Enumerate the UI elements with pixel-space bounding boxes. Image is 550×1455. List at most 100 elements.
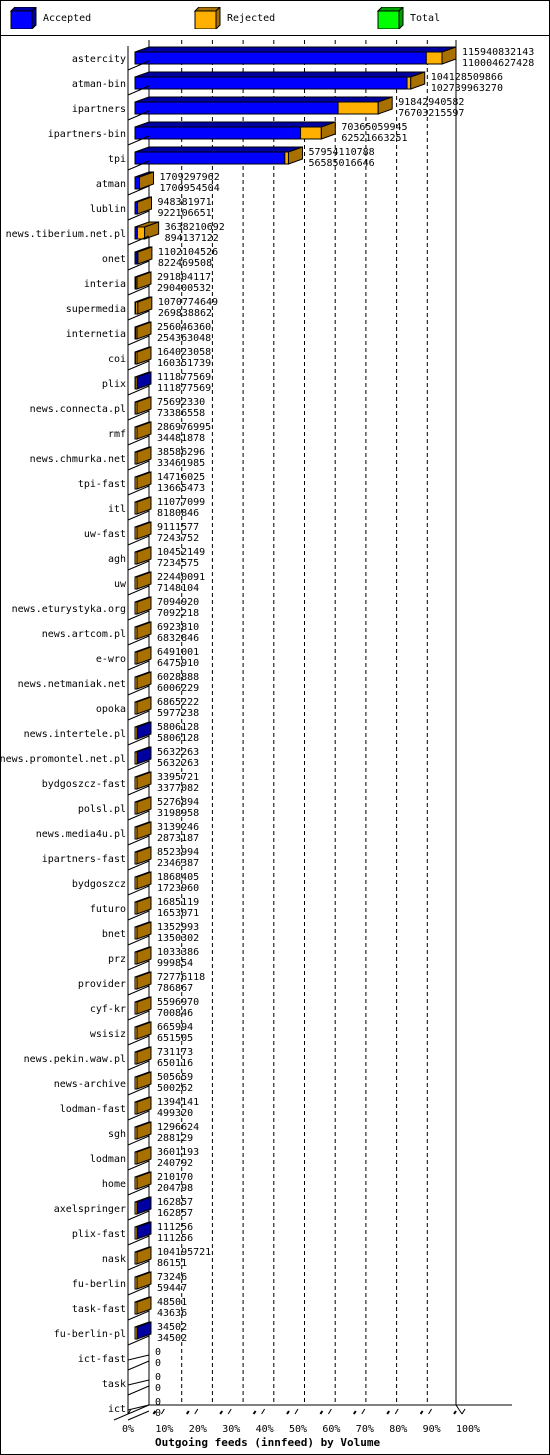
x-tick-3 bbox=[227, 1408, 232, 1415]
x-tick-7 bbox=[361, 1408, 366, 1415]
x-minor-tick-6 bbox=[319, 1410, 324, 1415]
x-minor-tick-5 bbox=[286, 1410, 290, 1415]
bar-group-atman bbox=[134, 171, 155, 190]
value-label-total: 104195721 bbox=[157, 1247, 211, 1258]
bar-rejected bbox=[284, 151, 289, 165]
category-label: opoka bbox=[96, 704, 126, 715]
value-label-total: 291804117 bbox=[157, 272, 211, 283]
axis-slat bbox=[128, 411, 135, 430]
axis-slat bbox=[128, 336, 135, 355]
category-label: wsisiz bbox=[90, 1029, 126, 1040]
bar-rejected bbox=[136, 226, 146, 240]
category-label: provider bbox=[78, 979, 126, 990]
bar-top-face bbox=[134, 146, 303, 153]
value-label-accepted: 6832846 bbox=[157, 633, 199, 644]
value-label-total: 505659 bbox=[157, 1072, 193, 1083]
value-label-total: 38586296 bbox=[157, 447, 205, 458]
value-label-total: 1070774649 bbox=[158, 297, 218, 308]
row-separator bbox=[127, 1385, 150, 1396]
value-label-total: 162857 bbox=[157, 1197, 193, 1208]
category-label: coi bbox=[108, 354, 126, 365]
axis-slat bbox=[128, 161, 135, 180]
value-label-accepted: 1700954504 bbox=[160, 183, 220, 194]
value-label-accepted: 269838862 bbox=[158, 308, 212, 319]
value-label-total: 6865222 bbox=[157, 697, 199, 708]
category-label: supermedia bbox=[66, 304, 126, 315]
x-tick-8 bbox=[394, 1408, 399, 1415]
value-label-total: 0 bbox=[155, 1347, 161, 1358]
category-label: news-archive bbox=[54, 1079, 126, 1090]
value-label-total: 1394141 bbox=[157, 1097, 199, 1108]
x-tick-4 bbox=[261, 1408, 266, 1415]
value-label-accepted: 254363048 bbox=[157, 333, 211, 344]
category-label: uw-fast bbox=[84, 529, 126, 540]
bar-accepted bbox=[134, 101, 339, 115]
value-label-total: 10452149 bbox=[157, 547, 205, 558]
bar-group-ipartners bbox=[134, 96, 393, 115]
category-label: news.media4u.pl bbox=[36, 829, 126, 840]
value-label-total: 91842940582 bbox=[398, 97, 464, 108]
value-label-accepted: 650116 bbox=[157, 1058, 193, 1069]
axis-slat bbox=[128, 211, 135, 230]
value-label-total: 48501 bbox=[157, 1297, 187, 1308]
bar-rejected bbox=[300, 126, 322, 140]
value-label-accepted: 1653071 bbox=[157, 908, 199, 919]
axis-slat bbox=[128, 686, 135, 705]
value-label-accepted: 2873187 bbox=[157, 833, 199, 844]
value-label-total: 1033386 bbox=[157, 947, 199, 958]
category-label: plix bbox=[102, 379, 126, 390]
value-label-accepted: 290400532 bbox=[157, 283, 211, 294]
value-label-accepted: 56585016646 bbox=[308, 158, 374, 169]
value-label-accepted: 786867 bbox=[157, 983, 193, 994]
category-label: itl bbox=[108, 504, 126, 515]
bar-accepted bbox=[134, 126, 302, 140]
category-label: news.connecta.pl bbox=[30, 404, 126, 415]
bar-group-astercity bbox=[134, 46, 457, 65]
value-label-accepted: 1723960 bbox=[157, 883, 199, 894]
value-label-total: 3638210692 bbox=[165, 222, 225, 233]
value-label-total: 1685119 bbox=[157, 897, 199, 908]
axis-slat bbox=[128, 1261, 135, 1280]
category-label: futuro bbox=[90, 904, 126, 915]
axis-slat bbox=[128, 511, 135, 530]
bar-rejected bbox=[337, 101, 379, 115]
category-label: uw bbox=[114, 579, 127, 590]
value-label-accepted: 110004627428 bbox=[462, 58, 534, 69]
x-tick-5 bbox=[294, 1408, 299, 1415]
category-label: tpi bbox=[108, 154, 126, 165]
axis-slat bbox=[128, 236, 135, 255]
bar-group-ipartners-bin bbox=[134, 121, 336, 140]
bar-top-face bbox=[134, 121, 336, 128]
x-minor-tick-8 bbox=[386, 1410, 391, 1415]
category-label: task-fast bbox=[72, 1304, 126, 1315]
axis-slat bbox=[128, 1111, 135, 1130]
x-tick-label: 10% bbox=[155, 1424, 173, 1435]
axis-slat bbox=[128, 461, 135, 480]
category-label: ipartners-fast bbox=[42, 854, 126, 865]
value-label-accepted: 43636 bbox=[157, 1308, 187, 1319]
category-label: lodman-fast bbox=[60, 1104, 126, 1115]
x-tick-label: 50% bbox=[289, 1424, 307, 1435]
axis-slat bbox=[128, 536, 135, 555]
axis-slat bbox=[128, 1011, 135, 1030]
category-label: fu-berlin-pl bbox=[54, 1329, 126, 1340]
x-minor-tick-7 bbox=[352, 1410, 357, 1415]
axis-slat bbox=[128, 361, 135, 380]
category-label: cyf-kr bbox=[90, 1004, 126, 1015]
bar-group-task bbox=[127, 1379, 150, 1386]
value-label-accepted: 34481878 bbox=[157, 433, 205, 444]
value-label-total: 3139246 bbox=[157, 822, 199, 833]
value-label-accepted: 999854 bbox=[157, 958, 193, 969]
value-label-accepted: 8180846 bbox=[157, 508, 199, 519]
value-label-accepted: 3198958 bbox=[157, 808, 199, 819]
value-label-accepted: 499320 bbox=[157, 1108, 193, 1119]
x-tick-label: 0% bbox=[122, 1424, 134, 1435]
category-label: nask bbox=[102, 1254, 126, 1265]
value-label-total: 5276894 bbox=[157, 797, 199, 808]
axis-slat bbox=[128, 961, 135, 980]
category-label: internetia bbox=[66, 329, 126, 340]
bar-top-face bbox=[134, 71, 425, 78]
category-label: ict-fast bbox=[78, 1354, 126, 1365]
value-label-total: 5806128 bbox=[157, 722, 199, 733]
bar-side-face bbox=[137, 296, 153, 315]
